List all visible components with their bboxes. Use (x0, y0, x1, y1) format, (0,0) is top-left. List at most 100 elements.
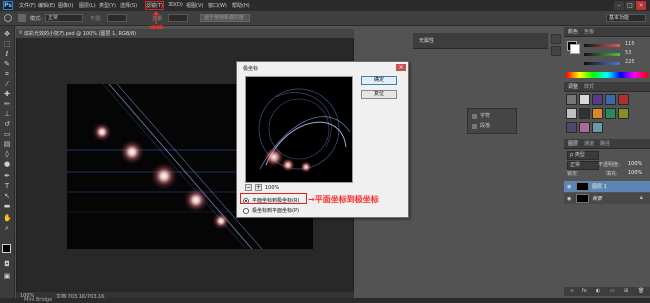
type-tool-icon[interactable]: T (3, 182, 11, 190)
zoom-out-button[interactable]: − (245, 184, 252, 191)
trash-icon[interactable]: 🗑︎ (638, 288, 644, 294)
color-spectrum-bar[interactable] (566, 72, 648, 78)
blue-value[interactable]: 225 (625, 59, 635, 65)
close-window-button[interactable]: × (636, 1, 646, 10)
fill-value[interactable]: 100% (628, 170, 642, 176)
reset-button[interactable]: 复位 (361, 90, 397, 99)
mode-select[interactable]: 正常 (45, 14, 83, 22)
menu-filter[interactable]: 滤镜(T) (145, 1, 164, 10)
opacity-field[interactable] (107, 14, 127, 22)
menu-3d[interactable]: 3D(D) (168, 2, 183, 8)
brush-tool-icon[interactable]: ✏ (3, 100, 11, 108)
shape-tool-icon[interactable]: ▬ (3, 202, 11, 210)
quick-mask-icon[interactable]: ◘ (3, 260, 11, 268)
folder-icon[interactable]: ▭ (610, 288, 615, 294)
history-dock-icon[interactable] (551, 34, 561, 44)
zoom-tool-icon[interactable]: ⌕ (3, 224, 11, 232)
fx-icon[interactable]: fx (582, 288, 587, 294)
lasso-tool-icon[interactable]: ℓ (3, 50, 11, 58)
hand-tool-icon[interactable]: ✋ (3, 214, 12, 222)
tab-channels[interactable]: 通道 (584, 140, 594, 147)
menu-type[interactable]: 类型(Y) (99, 2, 116, 9)
visibility-eye-icon[interactable]: ◉ (567, 196, 571, 202)
mini-bridge-tab[interactable]: Mini Bridge (24, 297, 52, 303)
actions-dock-icon[interactable] (551, 46, 561, 56)
paragraph-label[interactable]: 段落 (480, 122, 490, 129)
screen-mode-icon[interactable]: ▣ (3, 272, 11, 280)
tab-styles[interactable]: 样式 (584, 83, 594, 90)
menu-file[interactable]: 文件(F) (19, 2, 36, 9)
path-select-tool-icon[interactable]: ↖ (3, 192, 11, 200)
visibility-eye-icon[interactable]: ◉ (567, 184, 571, 190)
style-preset[interactable] (566, 108, 577, 119)
filter-preview[interactable] (245, 76, 353, 183)
menu-image[interactable]: 图像(I) (58, 2, 73, 9)
menu-edit[interactable]: 编辑(E) (38, 2, 55, 9)
menu-help[interactable]: 帮助(H) (232, 2, 250, 9)
maximize-button[interactable]: □ (625, 1, 635, 10)
blend-mode-select[interactable]: 正常 (567, 161, 599, 170)
history-brush-tool-icon[interactable]: ↺ (3, 120, 11, 128)
polar-to-rectangular-radio[interactable] (243, 208, 249, 214)
style-preset[interactable] (618, 108, 629, 119)
style-preset[interactable] (579, 94, 590, 105)
move-tool-icon[interactable]: ✥ (3, 30, 11, 38)
menu-layer[interactable]: 图层(L) (79, 2, 96, 9)
red-value[interactable]: 115 (625, 41, 635, 47)
dialog-close-button[interactable]: × (396, 64, 406, 71)
pen-tool-icon[interactable]: ✒ (3, 172, 11, 180)
eraser-tool-icon[interactable]: ▭ (3, 130, 11, 138)
sample-all-layers-button[interactable]: 画于使用新建的度 (200, 14, 250, 22)
red-slider[interactable] (584, 44, 620, 47)
style-preset[interactable] (592, 108, 603, 119)
style-preset[interactable] (579, 108, 590, 119)
layer-row-selected[interactable]: ◉ 图层 1 (564, 181, 650, 192)
style-preset[interactable] (566, 122, 577, 133)
tab-adjustments[interactable]: 调整 (568, 83, 578, 90)
style-preset[interactable] (618, 94, 629, 105)
minimize-button[interactable]: – (614, 1, 624, 10)
tab-swatches[interactable]: 色板 (584, 28, 594, 35)
link-layers-icon[interactable]: ∞ (570, 288, 574, 294)
clone-stamp-tool-icon[interactable]: ⊥ (3, 110, 11, 118)
mask-icon[interactable]: ◐ (596, 288, 600, 294)
tab-layers[interactable]: 图层 (568, 140, 578, 147)
character-label[interactable]: 字符 (480, 112, 490, 119)
blur-tool-icon[interactable]: ◊ (3, 150, 11, 158)
style-preset[interactable] (592, 122, 603, 133)
menu-window[interactable]: 窗口(W) (208, 2, 227, 9)
quick-select-tool-icon[interactable]: ✎ (3, 60, 11, 68)
green-value[interactable]: 53 (625, 50, 631, 56)
style-preset[interactable] (579, 122, 590, 133)
marquee-tool-icon[interactable]: ⬚ (3, 40, 11, 48)
tab-color[interactable]: 颜色 (568, 28, 578, 35)
style-preset[interactable] (592, 94, 603, 105)
layer-row[interactable]: ◉ 背景 🔒︎ (564, 193, 650, 204)
close-tab-icon[interactable]: × (18, 29, 23, 36)
eyedropper-tool-icon[interactable]: ⁄ (3, 80, 11, 88)
workspace-select[interactable]: 基本功能 (606, 14, 646, 22)
style-preset[interactable] (605, 94, 616, 105)
zoom-in-button[interactable]: + (255, 184, 262, 191)
style-preset[interactable] (566, 94, 577, 105)
foreground-color-swatch[interactable] (2, 244, 11, 253)
blue-slider[interactable] (584, 62, 620, 65)
dodge-tool-icon[interactable]: ● (3, 160, 11, 168)
document-tab[interactable]: × 炫彩光效的小技巧.psd @ 100% (图层 1, RGB/8) (16, 29, 354, 38)
gradient-tool-icon[interactable]: ▤ (3, 140, 11, 148)
character-icon[interactable] (472, 114, 477, 119)
brush-panel-icon[interactable] (18, 14, 26, 22)
green-slider[interactable] (584, 53, 620, 56)
ok-button[interactable]: 确定 (361, 76, 397, 85)
brush-preset-icon[interactable] (4, 14, 12, 22)
paragraph-icon[interactable] (472, 124, 477, 129)
crop-tool-icon[interactable]: ⌗ (3, 70, 11, 78)
tab-paths[interactable]: 路径 (600, 140, 610, 147)
healing-tool-icon[interactable]: ✚ (3, 90, 11, 98)
menu-select[interactable]: 选择(S) (120, 2, 137, 9)
layer-kind-filter[interactable]: ρ 类型 (567, 151, 599, 160)
menu-view[interactable]: 视图(V) (186, 2, 203, 9)
color-background-chip[interactable] (570, 44, 580, 54)
layer-opacity-value[interactable]: 100% (628, 161, 642, 167)
flow-field[interactable] (168, 14, 188, 22)
